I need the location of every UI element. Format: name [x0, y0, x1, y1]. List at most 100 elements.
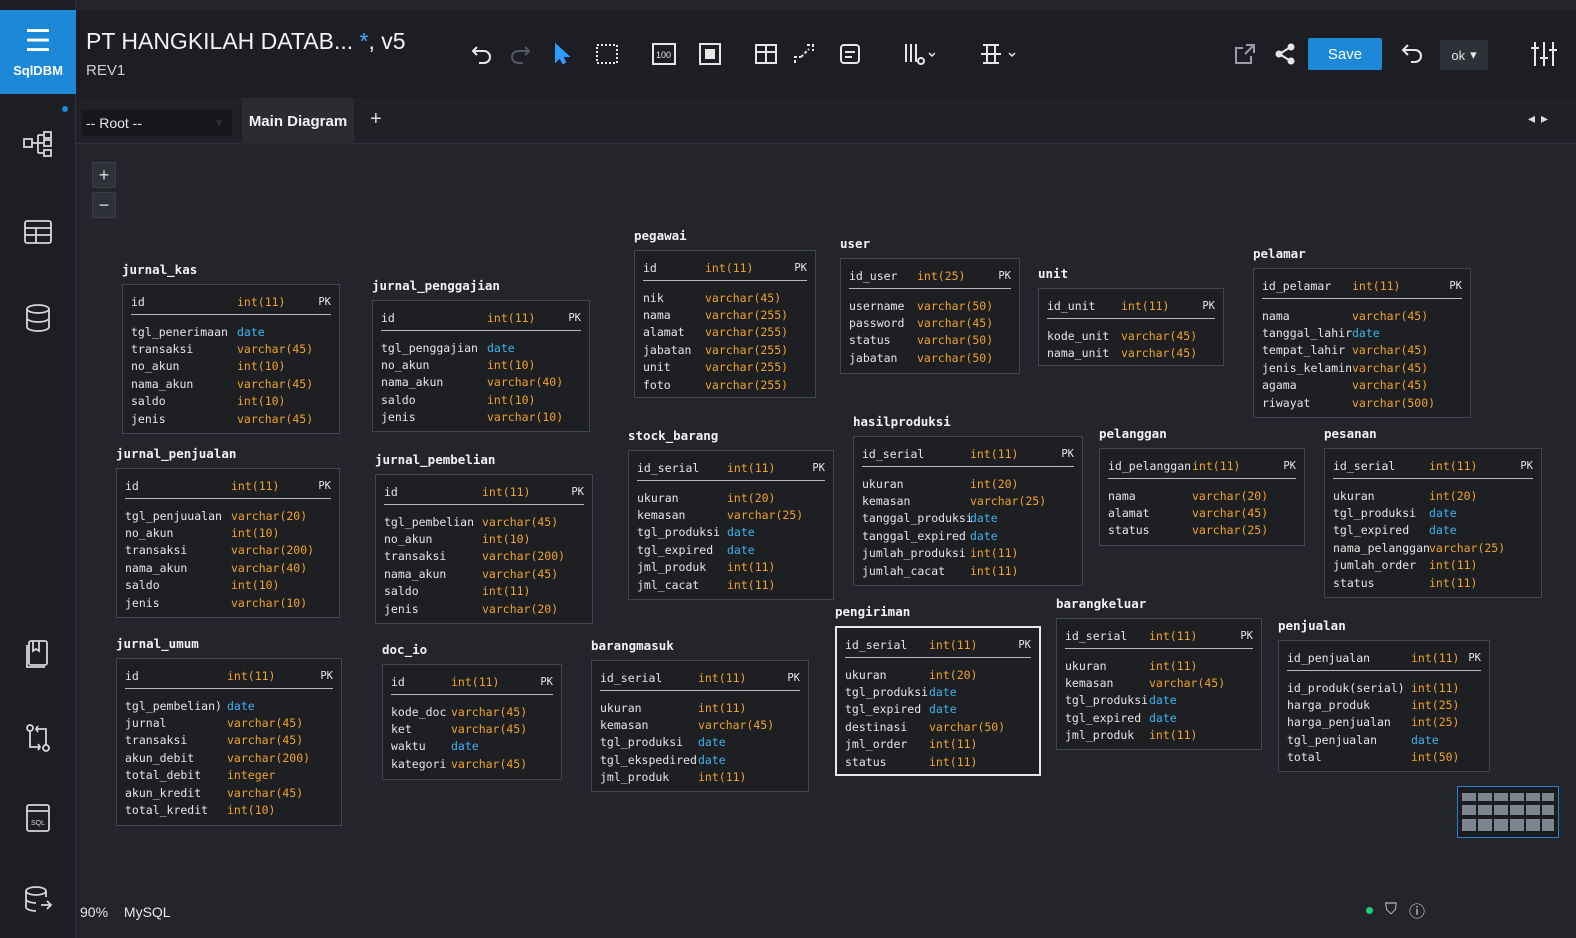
primary-key-row[interactable]: id_pelamar int(11) PK — [1262, 275, 1462, 299]
column-row[interactable]: transaksi varchar(200) — [125, 542, 331, 559]
table-title[interactable]: jurnal_penjualan — [116, 446, 236, 461]
primary-key-row[interactable]: id int(11) PK — [643, 257, 807, 281]
table-title[interactable]: hasilproduksi — [853, 414, 951, 429]
column-row[interactable]: nama varchar(20) — [1108, 487, 1296, 504]
table-body[interactable]: id int(11) PK tgl_penjuualan varchar(20) no_a… — [116, 468, 340, 618]
table-unit[interactable]: unit id_unit int(11) PK kode_unit varchar(45)… — [1038, 266, 1224, 366]
primary-key-row[interactable]: id_serial int(11) PK — [862, 443, 1074, 467]
column-row[interactable]: tanggal_lahir date — [1262, 324, 1462, 341]
table-pelamar[interactable]: pelamar id_pelamar int(11) PK nama varchar(45… — [1253, 246, 1471, 418]
column-row[interactable]: jumlah_cacat int(11) — [862, 562, 1074, 579]
table-pegawai[interactable]: pegawai id int(11) PK nik varchar(45) nama varc… — [634, 228, 816, 398]
column-row[interactable]: jenis varchar(20) — [384, 600, 584, 617]
primary-key-row[interactable]: id int(11) PK — [381, 307, 581, 331]
minimap[interactable] — [1457, 786, 1559, 838]
tab-scroll-arrows[interactable]: ◂▸ — [1528, 110, 1554, 127]
table-body[interactable]: id_pelamar int(11) PK nama varchar(45) tangga… — [1253, 268, 1471, 418]
column-row[interactable]: transaksi varchar(45) — [131, 340, 331, 357]
table-barangkeluar[interactable]: barangkeluar id_serial int(11) PK ukuran int(… — [1056, 596, 1262, 750]
column-row[interactable]: ukuran int(11) — [600, 699, 800, 716]
column-row[interactable]: ukuran int(11) — [1065, 657, 1253, 674]
table-icon[interactable] — [18, 212, 58, 252]
column-row[interactable]: saldo int(11) — [384, 583, 584, 600]
column-row[interactable]: ket varchar(45) — [391, 720, 553, 737]
column-row[interactable]: harga_produk int(25) — [1287, 696, 1481, 713]
column-row[interactable]: tgl_pembelian varchar(45) — [384, 513, 584, 530]
table-jurnal-penjualan[interactable]: jurnal_penjualan id int(11) PK tgl_penjuuala… — [116, 446, 340, 618]
column-row[interactable]: destinasi varchar(50) — [845, 718, 1031, 735]
subject-area-select[interactable]: -- Root -- ▼ — [82, 110, 232, 136]
column-row[interactable]: nama_unit varchar(45) — [1047, 344, 1215, 361]
column-row[interactable]: harga_penjualan int(25) — [1287, 714, 1481, 731]
sql-script-icon[interactable]: SQL — [18, 798, 58, 838]
column-row[interactable]: tgl_produksi date — [600, 734, 800, 751]
column-row[interactable]: tgl_expired date — [637, 541, 825, 558]
table-title[interactable]: jurnal_umum — [116, 636, 199, 651]
column-row[interactable]: jenis varchar(45) — [131, 410, 331, 427]
table-pesanan[interactable]: pesanan id_serial int(11) PK ukuran int(20) tg… — [1324, 426, 1542, 598]
table-doc-io[interactable]: doc_io id int(11) PK kode_doc varchar(45) ket v… — [382, 642, 562, 780]
table-body[interactable]: id_serial int(11) PK ukuran int(20) kemasan va… — [853, 436, 1083, 586]
docs-icon[interactable] — [18, 634, 58, 674]
table-body[interactable]: id_serial int(11) PK ukuran int(20) tgl_produ… — [1324, 448, 1542, 598]
table-title[interactable]: penjualan — [1278, 618, 1346, 633]
table-title[interactable]: doc_io — [382, 642, 427, 657]
table-title[interactable]: pelanggan — [1099, 426, 1167, 441]
column-row[interactable]: jumlah_produksi int(11) — [862, 545, 1074, 562]
column-row[interactable]: transaksi varchar(200) — [384, 548, 584, 565]
table-jurnal-pembelian[interactable]: jurnal_pembelian id int(11) PK tgl_pembelian… — [375, 452, 593, 624]
table-body[interactable]: id_serial int(11) PK ukuran int(20) kemasan va… — [628, 450, 834, 600]
column-row[interactable]: kemasan varchar(45) — [1065, 674, 1253, 691]
column-row[interactable]: kode_unit varchar(45) — [1047, 327, 1215, 344]
column-row[interactable]: tgl_produksi date — [1065, 692, 1253, 709]
column-row[interactable]: kemasan varchar(45) — [600, 716, 800, 733]
table-hasilproduksi[interactable]: hasilproduksi id_serial int(11) PK ukuran int… — [853, 414, 1083, 586]
column-row[interactable]: jml_produk int(11) — [600, 769, 800, 786]
column-row[interactable]: total_kredit int(10) — [125, 801, 333, 818]
table-body[interactable]: id int(11) PK tgl_penggajian date no_akun int(… — [372, 300, 590, 432]
column-row[interactable]: tgl_expired date — [845, 701, 1031, 718]
column-row[interactable]: nama_akun varchar(40) — [125, 559, 331, 576]
table-body[interactable]: id int(11) PK tgl_penerimaan date transaksi va… — [122, 284, 340, 434]
table-title[interactable]: pesanan — [1324, 426, 1377, 441]
open-external-icon[interactable] — [1232, 40, 1258, 68]
primary-key-row[interactable]: id int(11) PK — [125, 665, 333, 689]
column-row[interactable]: tgl_penjualan date — [1287, 731, 1481, 748]
table-barangmasuk[interactable]: barangmasuk id_serial int(11) PK ukuran int(1… — [591, 638, 809, 792]
table-title[interactable]: barangkeluar — [1056, 596, 1146, 611]
column-row[interactable]: jml_cacat int(11) — [637, 576, 825, 593]
column-row[interactable]: username varchar(50) — [849, 297, 1011, 314]
marquee-select-icon[interactable] — [592, 40, 622, 68]
compare-icon[interactable] — [18, 718, 58, 758]
column-row[interactable]: nama varchar(255) — [643, 306, 807, 323]
table-title[interactable]: stock_barang — [628, 428, 718, 443]
table-stock-barang[interactable]: stock_barang id_serial int(11) PK ukuran int(… — [628, 428, 834, 600]
table-jurnal-penggajian[interactable]: jurnal_penggajian id int(11) PK tgl_penggaji… — [372, 278, 590, 432]
ok-dropdown[interactable]: ok ▾ — [1440, 40, 1488, 70]
table-body[interactable]: id_serial int(11) PK ukuran int(20) tgl_produ… — [835, 626, 1041, 776]
column-row[interactable]: foto varchar(255) — [643, 376, 807, 393]
zoom-out-button[interactable]: − — [92, 192, 116, 218]
column-row[interactable]: status varchar(50) — [849, 332, 1011, 349]
table-body[interactable]: id int(11) PK kode_doc varchar(45) ket varchar… — [382, 664, 562, 780]
column-row[interactable]: tempat_lahir varchar(45) — [1262, 342, 1462, 359]
layout-dropdown-icon[interactable] — [894, 40, 944, 68]
primary-key-row[interactable]: id int(11) PK — [384, 481, 584, 505]
table-jurnal-kas[interactable]: jurnal_kas id int(11) PK tgl_penerimaan date t… — [122, 262, 340, 434]
column-row[interactable]: jenis varchar(10) — [125, 594, 331, 611]
table-title[interactable]: jurnal_kas — [122, 262, 197, 277]
column-row[interactable]: total_debit integer — [125, 767, 333, 784]
relationship-icon[interactable] — [790, 40, 818, 68]
column-row[interactable]: ukuran int(20) — [637, 489, 825, 506]
primary-key-row[interactable]: id_unit int(11) PK — [1047, 295, 1215, 319]
column-row[interactable]: status int(11) — [1333, 574, 1533, 591]
primary-key-row[interactable]: id int(11) PK — [125, 475, 331, 499]
column-row[interactable]: jumlah_order int(11) — [1333, 557, 1533, 574]
layers-icon[interactable]: ⛉ — [1385, 901, 1397, 919]
column-row[interactable]: tgl_expired date — [1065, 709, 1253, 726]
help-icon[interactable]: ⓘ — [1409, 898, 1425, 922]
column-row[interactable]: akun_debit varchar(200) — [125, 749, 333, 766]
column-row[interactable]: tgl_expired date — [1333, 522, 1533, 539]
column-row[interactable]: kemasan varchar(25) — [862, 492, 1074, 509]
table-penjualan[interactable]: penjualan id_penjualan int(11) PK id_produk(… — [1278, 618, 1490, 772]
